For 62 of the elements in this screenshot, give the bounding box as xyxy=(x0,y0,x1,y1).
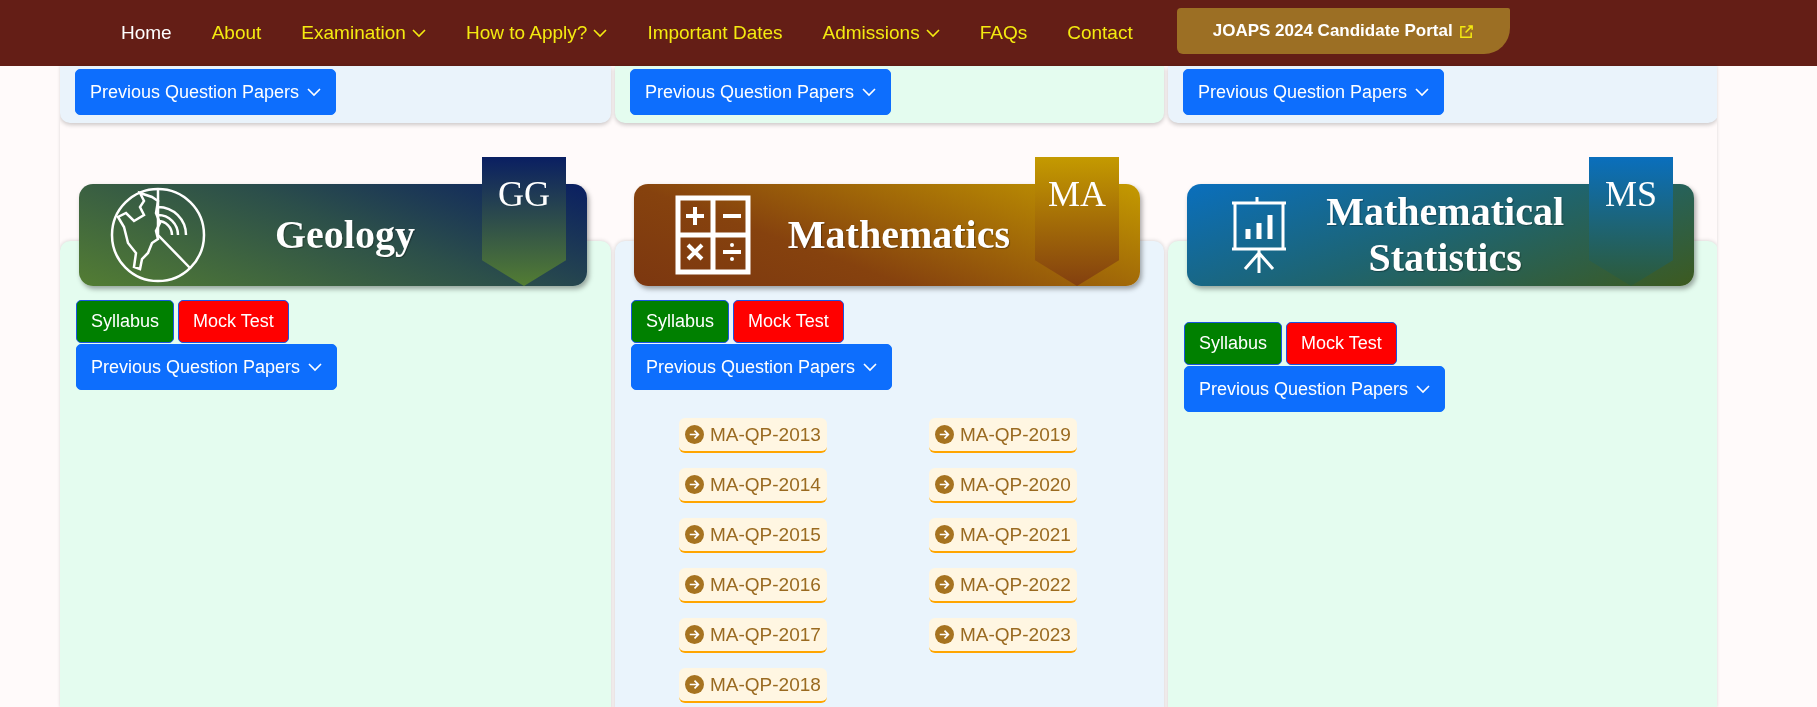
chevron-down-icon xyxy=(862,87,877,97)
presentation-chart-icon xyxy=(1230,197,1287,273)
paper-link[interactable]: MA-QP-2013 xyxy=(679,418,827,453)
paper-link[interactable]: MA-QP-2023 xyxy=(929,618,1077,653)
arrow-circle-icon xyxy=(685,625,704,644)
mock-test-button[interactable]: Mock Test xyxy=(178,300,289,343)
arrow-circle-icon xyxy=(935,625,954,644)
previous-papers-button[interactable]: Previous Question Papers xyxy=(76,344,338,390)
subject-code-ribbon: MA xyxy=(1035,157,1119,286)
syllabus-button[interactable]: Syllabus xyxy=(1184,322,1283,365)
external-link-icon xyxy=(1458,23,1474,39)
chevron-down-icon xyxy=(1415,87,1430,97)
calculator-icon xyxy=(674,195,751,275)
nav-link[interactable]: How to Apply? xyxy=(465,22,608,44)
portal-button[interactable]: JOAPS 2024 Candidate Portal xyxy=(1176,8,1510,54)
chevron-down-icon xyxy=(308,362,323,372)
nav-link[interactable]: Examination xyxy=(301,22,426,44)
previous-papers-button[interactable]: Previous Question Papers xyxy=(1183,69,1445,115)
subject-title: Geology xyxy=(274,212,416,258)
previous-papers-button[interactable]: Previous Question Papers xyxy=(630,69,892,115)
subject-title: Mathematical Statistics xyxy=(1326,189,1564,281)
nav-link[interactable]: Important Dates xyxy=(647,22,783,44)
nav-link[interactable]: FAQs xyxy=(979,22,1028,44)
chevron-down-icon xyxy=(307,87,322,97)
arrow-circle-icon xyxy=(685,575,704,594)
chevron-down-icon xyxy=(925,28,940,38)
paper-link[interactable]: MA-QP-2017 xyxy=(679,618,827,653)
mock-test-button[interactable]: Mock Test xyxy=(1286,322,1397,365)
nav-link[interactable]: About xyxy=(211,22,262,44)
subject-code-ribbon: GG xyxy=(482,157,566,286)
paper-link[interactable]: MA-QP-2020 xyxy=(929,468,1077,503)
subject-code-ribbon: MS xyxy=(1589,157,1673,286)
syllabus-button[interactable]: Syllabus xyxy=(76,300,175,343)
arrow-circle-icon xyxy=(685,525,704,544)
previous-papers-button[interactable]: Previous Question Papers xyxy=(75,69,337,115)
previous-papers-button[interactable]: Previous Question Papers xyxy=(1184,366,1446,412)
paper-link[interactable]: MA-QP-2018 xyxy=(679,668,827,703)
syllabus-button[interactable]: Syllabus xyxy=(631,300,730,343)
nav-link[interactable]: Contact xyxy=(1067,22,1133,44)
paper-link[interactable]: MA-QP-2021 xyxy=(929,518,1077,553)
arrow-circle-icon xyxy=(685,425,704,444)
chevron-down-icon xyxy=(593,28,608,38)
arrow-circle-icon xyxy=(935,425,954,444)
paper-link[interactable]: MA-QP-2015 xyxy=(679,518,827,553)
arrow-circle-icon xyxy=(685,675,704,694)
arrow-circle-icon xyxy=(935,525,954,544)
paper-link[interactable]: MA-QP-2014 xyxy=(679,468,827,503)
paper-link[interactable]: MA-QP-2022 xyxy=(929,568,1077,603)
mock-test-button[interactable]: Mock Test xyxy=(733,300,844,343)
globe-icon xyxy=(110,187,206,283)
paper-link[interactable]: MA-QP-2016 xyxy=(679,568,827,603)
paper-link[interactable]: MA-QP-2019 xyxy=(929,418,1077,453)
chevron-down-icon xyxy=(1416,384,1431,394)
arrow-circle-icon xyxy=(935,575,954,594)
nav-link[interactable]: Admissions xyxy=(822,22,940,44)
chevron-down-icon xyxy=(411,28,426,38)
subject-title: Mathematics xyxy=(787,212,1010,258)
arrow-circle-icon xyxy=(935,475,954,494)
chevron-down-icon xyxy=(863,362,878,372)
arrow-circle-icon xyxy=(685,475,704,494)
nav-link[interactable]: Home xyxy=(121,22,172,44)
previous-papers-button[interactable]: Previous Question Papers xyxy=(631,344,893,390)
